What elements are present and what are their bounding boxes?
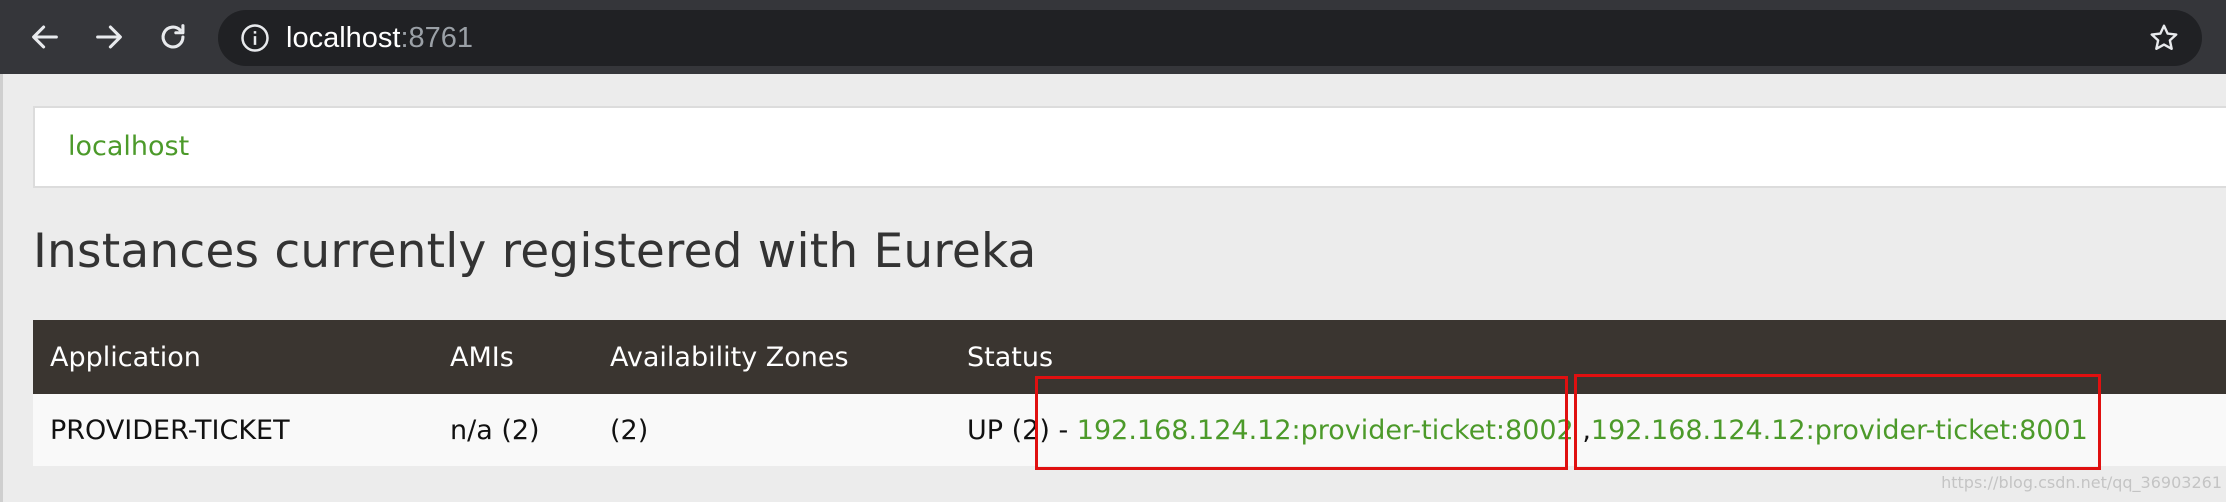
watermark: https://blog.csdn.net/qq_36903261 — [1941, 473, 2222, 492]
forward-button[interactable] — [86, 14, 132, 60]
reload-icon — [161, 24, 185, 49]
url-host: localhost — [286, 22, 401, 54]
back-button[interactable] — [22, 14, 68, 60]
navbar-brand-link[interactable]: localhost — [68, 108, 189, 186]
table-row: PROVIDER-TICKET n/a (2) (2) UP (2) - 192… — [33, 394, 2226, 466]
column-header-status: Status — [950, 320, 2226, 394]
status-up-count: UP (2) — [967, 414, 1050, 446]
instance-separator: , — [1573, 414, 1591, 446]
url-port: :8761 — [400, 22, 474, 54]
instance-link-8001[interactable]: 192.168.124.12:provider-ticket:8001 — [1591, 415, 2088, 446]
reload-button[interactable] — [150, 14, 196, 60]
cell-application: PROVIDER-TICKET — [33, 394, 433, 466]
column-header-application: Application — [33, 320, 433, 394]
browser-toolbar: localhost:8761 — [0, 0, 2226, 74]
info-icon[interactable] — [240, 23, 270, 53]
page-title: Instances currently registered with Eure… — [33, 224, 1037, 279]
instance-link-8002[interactable]: 192.168.124.12:provider-ticket:8002 — [1077, 415, 1574, 446]
table-header-row: Application AMIs Availability Zones Stat… — [33, 320, 2226, 394]
bookmark-star-icon[interactable] — [2148, 22, 2180, 54]
page-content: localhost Instances currently registered… — [0, 74, 2226, 502]
instances-table: Application AMIs Availability Zones Stat… — [33, 320, 2226, 466]
back-arrow-icon — [32, 25, 58, 49]
column-header-amis: AMIs — [433, 320, 593, 394]
cell-amis: n/a (2) — [433, 394, 593, 466]
address-url[interactable]: localhost:8761 — [286, 10, 473, 66]
cell-status: UP (2) - 192.168.124.12:provider-ticket:… — [950, 394, 2226, 466]
forward-arrow-icon — [96, 25, 122, 49]
navbar: localhost — [33, 106, 2226, 188]
cell-availability-zones: (2) — [593, 394, 950, 466]
address-bar[interactable]: localhost:8761 — [218, 10, 2202, 66]
status-separator: - — [1049, 414, 1077, 446]
column-header-availability-zones: Availability Zones — [593, 320, 950, 394]
